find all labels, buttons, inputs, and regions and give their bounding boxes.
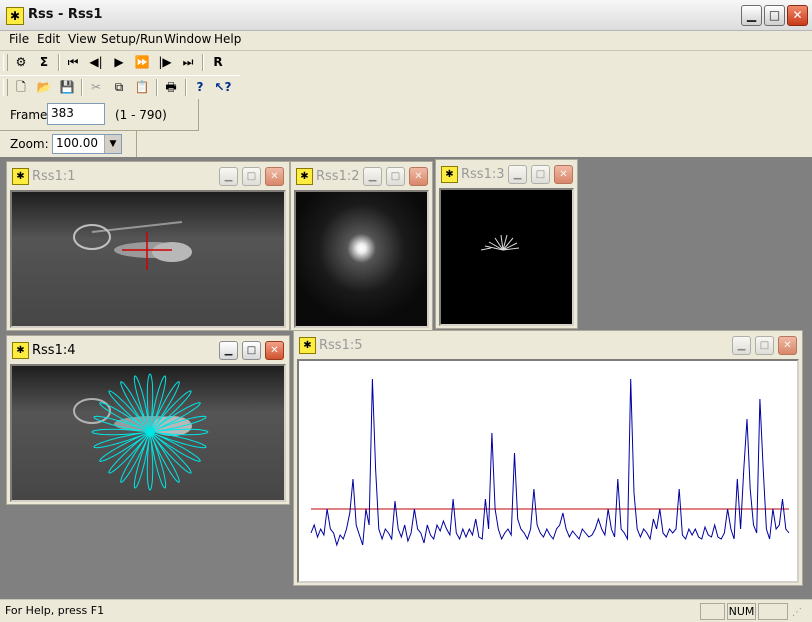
- toolbar-grip[interactable]: [3, 79, 8, 96]
- help-icon[interactable]: ?: [190, 78, 210, 97]
- maximize-button[interactable]: □: [242, 167, 261, 186]
- minimize-button[interactable]: ▁: [363, 167, 382, 186]
- step-back-icon[interactable]: ◀|: [86, 53, 106, 72]
- zoom-select[interactable]: 100.00 ▼: [52, 134, 122, 154]
- minimize-button[interactable]: ▁: [508, 165, 527, 184]
- edge-image-view[interactable]: [439, 188, 574, 326]
- menu-help[interactable]: Help: [214, 32, 241, 46]
- close-button[interactable]: ✕: [265, 341, 284, 360]
- child-title: Rss1:4: [32, 343, 76, 358]
- scroll-indicator: [758, 603, 788, 620]
- toolbar-grip[interactable]: [3, 54, 8, 71]
- menu-window[interactable]: Window: [164, 32, 211, 46]
- close-button[interactable]: ✕: [787, 5, 808, 26]
- minimize-button[interactable]: ▁: [732, 336, 751, 355]
- helicopter-overlay-image: [12, 366, 284, 500]
- series-line: [310, 378, 790, 547]
- zoom-label: Zoom:: [10, 137, 49, 151]
- minimize-button[interactable]: ▁: [219, 167, 238, 186]
- edge-detect-image: [441, 190, 572, 324]
- context-help-icon[interactable]: ↖?: [213, 78, 233, 97]
- menu-setup-run[interactable]: Setup/Run: [101, 32, 163, 46]
- playback-toolbar: ⚙ Σ ⏮ ◀| ▶ ⏩ |▶ ⏭ R: [0, 51, 240, 74]
- r-button[interactable]: R: [208, 53, 228, 72]
- title-bar[interactable]: ✱ Rss - Rss1 ▁ □ ✕: [0, 0, 812, 31]
- new-file-icon[interactable]: 🗋: [11, 78, 31, 97]
- chevron-down-icon[interactable]: ▼: [104, 135, 121, 153]
- maximize-button[interactable]: □: [386, 167, 405, 186]
- thermal-image-view[interactable]: [10, 190, 286, 328]
- helicopter-image: [12, 192, 284, 326]
- toolbar-separator: [58, 54, 60, 71]
- menu-view[interactable]: View: [68, 32, 96, 46]
- maximize-button[interactable]: □: [531, 165, 550, 184]
- last-frame-icon[interactable]: ⏭: [178, 53, 198, 72]
- zoom-bar: Zoom: 100.00 ▼: [0, 131, 137, 157]
- step-forward-icon[interactable]: |▶: [155, 53, 175, 72]
- app-icon: ✱: [12, 342, 29, 359]
- frame-input[interactable]: 383: [47, 103, 105, 125]
- child-window-4[interactable]: ✱ Rss1:4 ▁ □ ✕: [6, 335, 290, 505]
- child-window-2[interactable]: ✱ Rss1:2 ▁ □ ✕: [290, 161, 433, 331]
- maximize-button[interactable]: □: [764, 5, 785, 26]
- frame-bar: Frame 383 (1 - 790): [0, 99, 199, 131]
- first-frame-icon[interactable]: ⏮: [63, 53, 83, 72]
- close-button[interactable]: ✕: [265, 167, 284, 186]
- app-icon: ✱: [441, 166, 458, 183]
- plot-view[interactable]: [297, 359, 799, 583]
- fast-forward-icon[interactable]: ⏩: [132, 53, 152, 72]
- overlay-image-view[interactable]: [10, 364, 286, 502]
- maximize-button[interactable]: □: [242, 341, 261, 360]
- app-icon: ✱: [6, 7, 24, 25]
- child-window-1[interactable]: ✱ Rss1:1 ▁ □ ✕: [6, 161, 290, 331]
- mdi-client-area: ✱ Rss1:1 ▁ □ ✕ ✱ Rss1:2 ▁ □ ✕ ✱ Rss1:3 ▁…: [0, 157, 812, 599]
- child-title: Rss1:5: [319, 338, 363, 353]
- copy-icon[interactable]: ⧉: [109, 78, 129, 97]
- zoomed-target-image: [296, 192, 427, 326]
- intensity-plot: [310, 378, 790, 547]
- app-icon: ✱: [299, 337, 316, 354]
- main-window: ✱ Rss - Rss1 ▁ □ ✕ File Edit View Setup/…: [0, 0, 812, 622]
- sigma-icon[interactable]: Σ: [34, 53, 54, 72]
- menu-file[interactable]: File: [9, 32, 29, 46]
- frame-label: Frame: [10, 108, 48, 122]
- toolbar-separator: [156, 79, 158, 96]
- print-icon[interactable]: 🖶: [161, 78, 181, 97]
- zoomed-image-view[interactable]: [294, 190, 429, 328]
- open-folder-icon[interactable]: 📂: [34, 78, 54, 97]
- child-title: Rss1:3: [461, 167, 505, 182]
- maximize-button[interactable]: □: [755, 336, 774, 355]
- close-button[interactable]: ✕: [409, 167, 428, 186]
- app-icon: ✱: [12, 168, 29, 185]
- save-icon[interactable]: 💾: [57, 78, 77, 97]
- close-button[interactable]: ✕: [778, 336, 797, 355]
- status-text: For Help, press F1: [5, 604, 105, 617]
- child-window-3[interactable]: ✱ Rss1:3 ▁ □ ✕: [435, 159, 578, 329]
- status-bar: For Help, press F1 NUM ⋰: [0, 599, 812, 622]
- num-indicator: NUM: [727, 603, 756, 620]
- standard-toolbar: 🗋 📂 💾 ✂ ⧉ 📋 🖶 ? ↖?: [0, 75, 240, 99]
- child-title: Rss1:1: [32, 169, 76, 184]
- play-icon[interactable]: ▶: [109, 53, 129, 72]
- child-window-5[interactable]: ✱ Rss1:5 ▁ □ ✕: [293, 330, 803, 586]
- app-icon: ✱: [296, 168, 313, 185]
- toolbar-separator: [81, 79, 83, 96]
- size-grip-icon[interactable]: ⋰: [792, 605, 808, 621]
- zoom-value: 100.00: [56, 136, 98, 150]
- menu-bar: File Edit View Setup/Run Window Help: [0, 30, 812, 51]
- toolbar-separator: [202, 54, 204, 71]
- close-button[interactable]: ✕: [554, 165, 573, 184]
- caps-indicator: [700, 603, 725, 620]
- menu-edit[interactable]: Edit: [37, 32, 60, 46]
- window-title: Rss - Rss1: [28, 7, 103, 22]
- minimize-button[interactable]: ▁: [219, 341, 238, 360]
- minimize-button[interactable]: ▁: [741, 5, 762, 26]
- child-title: Rss1:2: [316, 169, 360, 184]
- setup-icon[interactable]: ⚙: [11, 53, 31, 72]
- cut-icon[interactable]: ✂: [86, 78, 106, 97]
- toolbar-separator: [185, 79, 187, 96]
- frame-range: (1 - 790): [115, 108, 167, 122]
- paste-icon[interactable]: 📋: [132, 78, 152, 97]
